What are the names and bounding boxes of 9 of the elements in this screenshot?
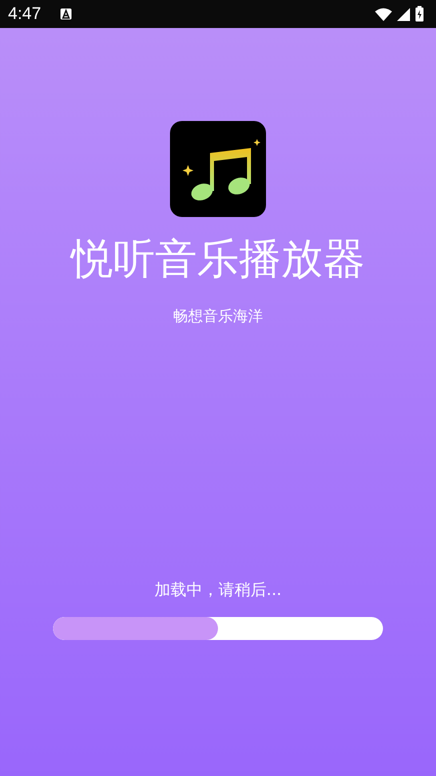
app-slogan: 畅想音乐海洋 [173,307,263,326]
music-note-icon [170,121,266,217]
wifi-icon [375,8,392,20]
loading-message: 加载中，请稍后... [154,580,282,601]
status-time: 4:47 [8,4,42,24]
signal-icon [397,8,410,20]
notification-icon [60,8,72,20]
app-title: 悦听音乐播放器 [71,233,365,285]
battery-icon [415,6,424,22]
